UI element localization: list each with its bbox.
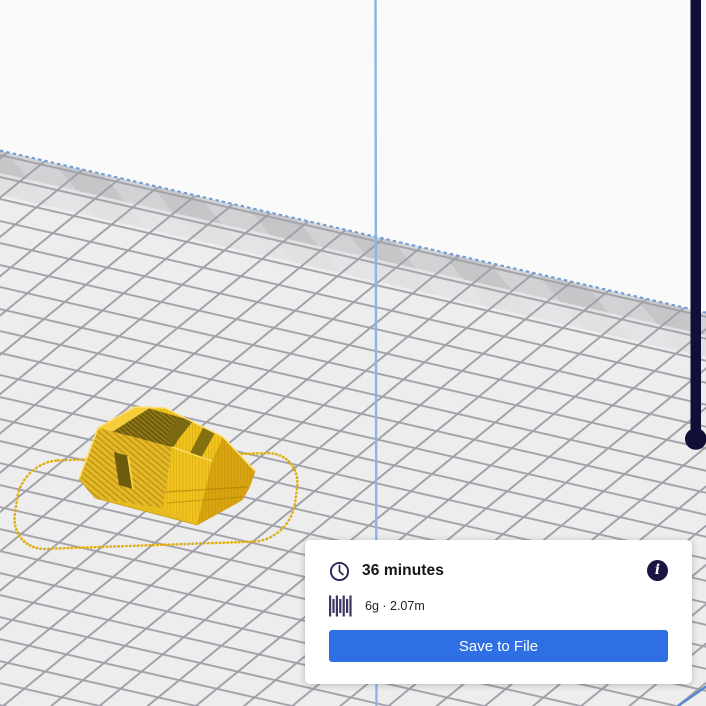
info-icon[interactable]: i xyxy=(647,560,668,581)
material-usage-label: 6g · 2.07m xyxy=(365,599,425,613)
layer-slider-handle[interactable] xyxy=(685,428,706,450)
layer-slider-track[interactable] xyxy=(690,0,702,436)
spool-icon xyxy=(329,595,352,617)
print-estimate-panel: 36 minutes i 6g · 2.07m Save to File xyxy=(305,540,692,684)
clock-icon xyxy=(329,561,350,581)
print-time-label: 36 minutes xyxy=(362,562,444,579)
material-usage-row: 6g · 2.07m xyxy=(329,595,668,617)
print-time-row: 36 minutes xyxy=(329,560,668,582)
save-to-file-button[interactable]: Save to File xyxy=(329,630,668,662)
